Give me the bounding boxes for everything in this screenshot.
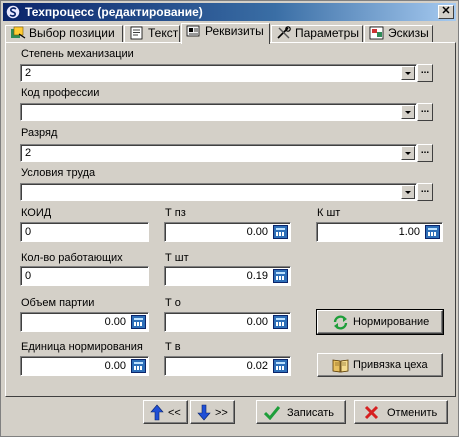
- parameters-icon: [277, 26, 291, 39]
- calculator-icon[interactable]: [273, 359, 288, 373]
- t-pz-field[interactable]: 0.00: [164, 222, 291, 242]
- calculator-icon[interactable]: [273, 315, 288, 329]
- conditions-lookup-button[interactable]: ...: [417, 183, 433, 201]
- batch-value: 0.00: [104, 316, 126, 328]
- tab-label: Эскизы: [388, 26, 429, 40]
- batch-label: Объем партии: [21, 297, 95, 309]
- mechanization-label: Степень механизации: [21, 48, 134, 60]
- t-sht-field[interactable]: 0.19: [164, 266, 291, 286]
- t-o-value: 0.00: [246, 316, 268, 328]
- koid-label: КОИД: [21, 207, 52, 219]
- t-v-field[interactable]: 0.02: [164, 356, 291, 376]
- tab-strip: Выбор позиции Текст Реквизиты Параметры: [3, 23, 456, 44]
- dialog-window: Техпроцесс (редактирование) ✕ Выбор пози…: [0, 0, 459, 437]
- cancel-x-icon: [364, 405, 379, 420]
- grade-combo[interactable]: 2: [20, 144, 417, 162]
- grade-label: Разряд: [21, 127, 58, 139]
- chevron-down-icon[interactable]: [401, 185, 415, 199]
- workers-label: Кол-во работающих: [21, 252, 123, 264]
- title-bar[interactable]: Техпроцесс (редактирование) ✕: [3, 3, 456, 21]
- t-o-field[interactable]: 0.00: [164, 312, 291, 332]
- close-icon: ✕: [441, 5, 451, 17]
- position-icon: [11, 26, 26, 39]
- t-pz-value: 0.00: [246, 226, 268, 238]
- cancel-label: Отменить: [387, 407, 438, 419]
- text-icon: [130, 26, 143, 40]
- workers-field[interactable]: 0: [20, 266, 149, 286]
- unit-field[interactable]: 0.00: [20, 356, 149, 376]
- next-button[interactable]: >>: [190, 400, 235, 424]
- tab-sketches[interactable]: Эскизы: [364, 25, 433, 43]
- arrow-down-icon: [197, 404, 211, 421]
- profession-lookup-button[interactable]: ...: [417, 103, 433, 121]
- calculator-icon[interactable]: [131, 315, 146, 329]
- prev-button[interactable]: <<: [143, 400, 188, 424]
- cancel-button[interactable]: Отменить: [354, 400, 448, 424]
- tab-text[interactable]: Текст: [124, 25, 180, 43]
- batch-field[interactable]: 0.00: [20, 312, 149, 332]
- workshop-link-label: Привязка цеха: [353, 359, 428, 371]
- koid-field[interactable]: 0: [20, 222, 149, 242]
- app-icon: [5, 4, 21, 20]
- tab-label: Текст: [148, 26, 179, 40]
- workshop-link-button[interactable]: Привязка цеха: [317, 353, 443, 377]
- details-icon: [186, 25, 200, 37]
- calculator-icon[interactable]: [425, 225, 440, 239]
- conditions-combo[interactable]: [20, 183, 417, 201]
- calculator-icon[interactable]: [273, 225, 288, 239]
- refresh-icon: [333, 315, 348, 330]
- tab-position-select[interactable]: Выбор позиции: [5, 25, 123, 43]
- checkmark-icon: [264, 406, 280, 420]
- conditions-label: Условия труда: [21, 167, 96, 179]
- t-sht-label: Т шт: [165, 252, 189, 264]
- calculator-icon[interactable]: [273, 269, 288, 283]
- profession-label: Код профессии: [21, 87, 100, 99]
- t-v-label: Т в: [165, 341, 181, 353]
- k-sht-label: К шт: [317, 207, 341, 219]
- tab-label: Реквизиты: [205, 24, 264, 38]
- prev-label: <<: [168, 407, 181, 419]
- window-title: Техпроцесс (редактирование): [25, 5, 203, 19]
- koid-value: 0: [25, 226, 32, 238]
- close-button[interactable]: ✕: [438, 5, 454, 19]
- mechanization-value: 2: [25, 67, 32, 79]
- chevron-down-icon[interactable]: [401, 66, 415, 80]
- t-o-label: Т о: [165, 297, 181, 309]
- arrow-up-icon: [150, 404, 164, 421]
- next-label: >>: [215, 407, 228, 419]
- workers-value: 0: [25, 270, 32, 282]
- t-pz-label: Т пз: [165, 207, 186, 219]
- k-sht-value: 1.00: [398, 226, 420, 238]
- grade-lookup-button[interactable]: ...: [417, 144, 433, 162]
- tab-parameters[interactable]: Параметры: [271, 25, 363, 43]
- tab-details[interactable]: Реквизиты: [181, 23, 270, 44]
- grade-value: 2: [25, 147, 32, 159]
- tab-label: Параметры: [295, 26, 359, 40]
- sketches-icon: [369, 26, 384, 40]
- chevron-down-icon[interactable]: [401, 105, 415, 119]
- tab-label: Выбор позиции: [29, 26, 115, 40]
- normalize-label: Нормирование: [353, 316, 430, 328]
- book-icon: [332, 359, 349, 373]
- t-v-value: 0.02: [246, 360, 268, 372]
- normalize-button[interactable]: Нормирование: [316, 309, 444, 335]
- k-sht-field[interactable]: 1.00: [316, 222, 443, 242]
- mechanization-combo[interactable]: 2: [20, 64, 417, 82]
- calculator-icon[interactable]: [131, 359, 146, 373]
- save-button[interactable]: Записать: [256, 400, 346, 424]
- unit-label: Единица нормирования: [21, 341, 143, 353]
- save-label: Записать: [287, 407, 335, 419]
- mechanization-lookup-button[interactable]: ...: [417, 64, 433, 82]
- chevron-down-icon[interactable]: [401, 146, 415, 160]
- profession-combo[interactable]: [20, 103, 417, 121]
- t-sht-value: 0.19: [246, 270, 268, 282]
- unit-value: 0.00: [104, 360, 126, 372]
